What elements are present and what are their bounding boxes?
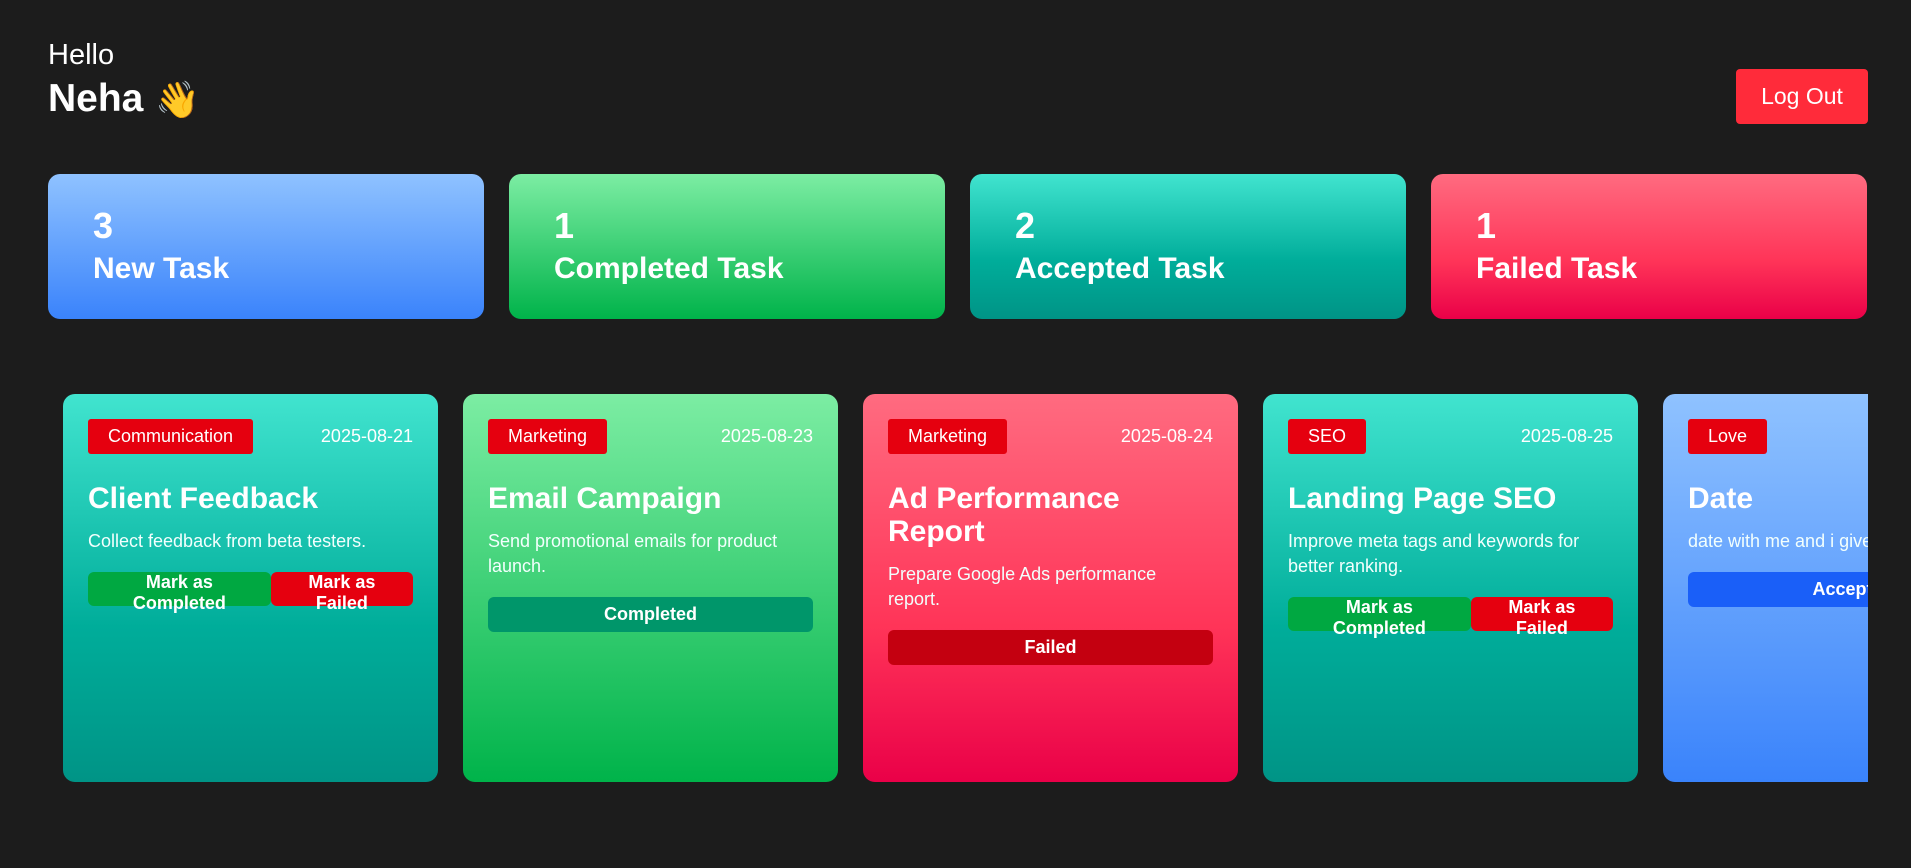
- stat-label: Failed Task: [1476, 252, 1638, 285]
- category-badge: SEO: [1288, 419, 1367, 454]
- user-name-row: Neha 👋: [48, 76, 201, 121]
- accept-task-button[interactable]: Accept T: [1688, 572, 1868, 608]
- category-badge: Communication: [88, 419, 254, 454]
- task-card-header: Marketing 2025-08-23: [488, 419, 813, 454]
- stat-count: 2: [1015, 205, 1036, 246]
- task-date: 2025-08-23: [720, 426, 813, 446]
- waving-hand-icon: 👋: [155, 78, 201, 120]
- stat-accepted-task: 2 Accepted Task: [970, 174, 1406, 319]
- task-title: Ad Performance Report: [888, 482, 1120, 548]
- stat-count: 1: [554, 205, 575, 246]
- category-badge: Marketing: [488, 419, 608, 454]
- task-description: Send promotional emails for product laun…: [488, 531, 778, 577]
- completed-status: Completed: [488, 597, 813, 633]
- stat-new-task: 3 New Task: [48, 174, 484, 319]
- category-badge: Love: [1688, 419, 1768, 454]
- task-description: Collect feedback from beta testers.: [88, 531, 367, 551]
- task-title: Landing Page SEO: [1288, 482, 1557, 515]
- mark-completed-button[interactable]: Mark as Completed: [1288, 597, 1471, 638]
- stat-count: 3: [93, 205, 114, 246]
- task-list-scroller[interactable]: Communication 2025-08-21 Client Feedback…: [63, 394, 1868, 784]
- task-date: 2025-08-25: [1520, 426, 1613, 446]
- task-description: Prepare Google Ads performance report.: [888, 564, 1157, 610]
- task-card-header: SEO 2025-08-25: [1288, 419, 1613, 454]
- task-description: Improve meta tags and keywords for bette…: [1288, 531, 1580, 577]
- employee-dashboard: Hello Neha 👋 Log Out 3 New Task 1 Comple…: [0, 0, 1911, 868]
- user-name: Neha: [48, 76, 144, 120]
- task-date: 2025-08-24: [1120, 426, 1213, 446]
- mark-failed-button[interactable]: Mark as Failed: [1470, 597, 1613, 638]
- task-card-header: Marketing 2025-08-24: [888, 419, 1213, 454]
- category-badge: Marketing: [888, 419, 1008, 454]
- stat-count: 1: [1476, 205, 1497, 246]
- task-title: Client Feedback: [88, 482, 319, 515]
- task-title: Email Campaign: [488, 482, 722, 515]
- stat-label: Accepted Task: [1015, 252, 1225, 285]
- mark-failed-button[interactable]: Mark as Failed: [270, 572, 413, 613]
- greeting-header: Hello Neha 👋: [48, 39, 201, 121]
- task-description: date with me and i give: [1688, 531, 1868, 551]
- stat-completed-task: 1 Completed Task: [509, 174, 945, 319]
- stat-label: New Task: [93, 252, 230, 285]
- stat-label: Completed Task: [554, 252, 784, 285]
- task-actions: Mark as Completed Mark as Failed: [1288, 597, 1613, 638]
- task-stats: 3 New Task 1 Completed Task 2 Accepted T…: [48, 174, 1867, 319]
- stat-failed-task: 1 Failed Task: [1431, 174, 1867, 319]
- task-actions: Mark as Completed Mark as Failed: [88, 572, 413, 613]
- task-list: Communication 2025-08-21 Client Feedback…: [63, 394, 1868, 782]
- logout-button[interactable]: Log Out: [1736, 69, 1868, 124]
- task-card-header: Communication 2025-08-21: [88, 419, 413, 454]
- task-date: 2025-08-21: [320, 426, 413, 446]
- greeting-text: Hello: [48, 39, 115, 71]
- task-card-header: Love: [1688, 419, 1868, 454]
- task-card: Love Date date with me and i give Accept…: [1663, 394, 1868, 782]
- failed-status: Failed: [888, 630, 1213, 666]
- task-card: Marketing 2025-08-23 Email Campaign Send…: [463, 394, 838, 782]
- task-card: Communication 2025-08-21 Client Feedback…: [63, 394, 438, 782]
- task-card: Marketing 2025-08-24 Ad Performance Repo…: [863, 394, 1238, 782]
- task-card: SEO 2025-08-25 Landing Page SEO Improve …: [1263, 394, 1638, 782]
- mark-completed-button[interactable]: Mark as Completed: [88, 572, 271, 613]
- task-title: Date: [1688, 482, 1754, 515]
